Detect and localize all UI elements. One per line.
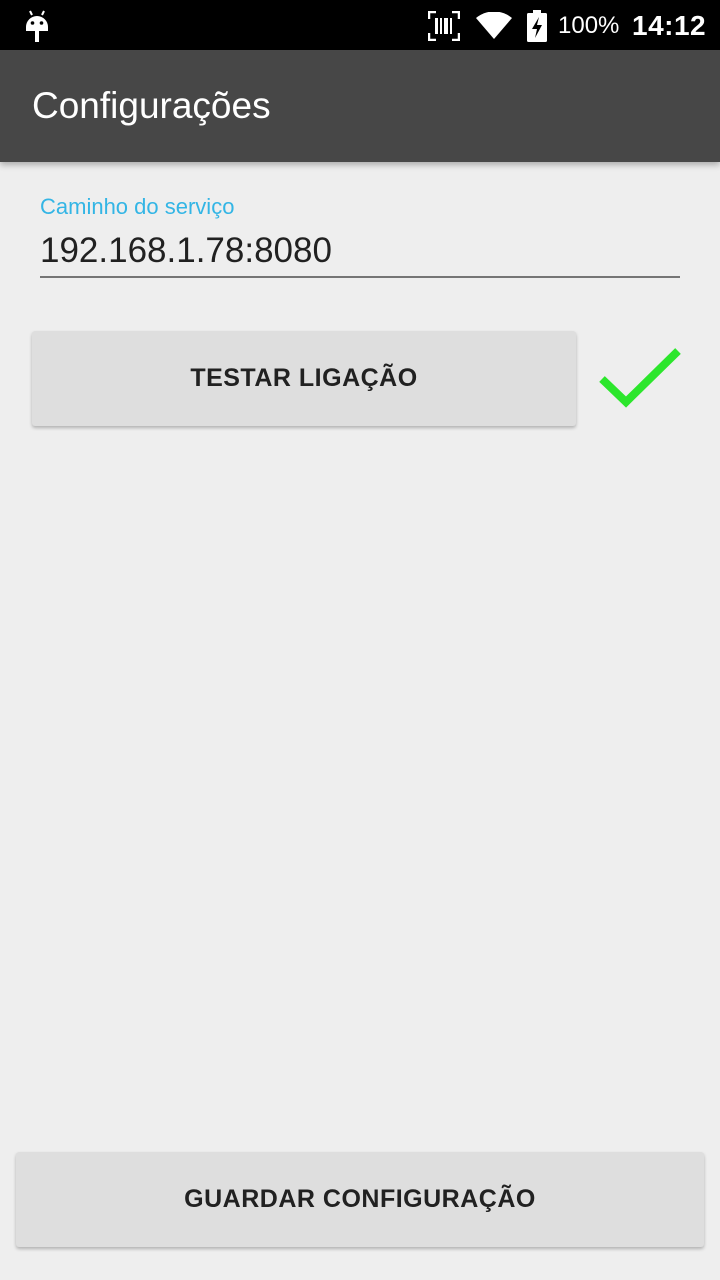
test-connection-button[interactable]: TESTAR LIGAÇÃO bbox=[32, 331, 576, 426]
app-bar: Configurações bbox=[0, 50, 720, 162]
android-icon bbox=[26, 10, 48, 42]
wifi-icon bbox=[476, 12, 512, 39]
checkmark-icon bbox=[599, 348, 681, 408]
status-bar: 100% 14:12 bbox=[0, 0, 720, 50]
service-path-input[interactable] bbox=[40, 226, 680, 278]
service-path-label: Caminho do serviço bbox=[40, 194, 235, 219]
barcode-scanner-icon bbox=[428, 11, 460, 41]
save-configuration-button[interactable]: GUARDAR CONFIGURAÇÃO bbox=[16, 1152, 704, 1247]
clock: 14:12 bbox=[632, 10, 707, 41]
battery-percentage: 100% bbox=[558, 12, 620, 39]
page-title: Configurações bbox=[32, 85, 271, 126]
battery-charging-icon bbox=[527, 10, 547, 42]
